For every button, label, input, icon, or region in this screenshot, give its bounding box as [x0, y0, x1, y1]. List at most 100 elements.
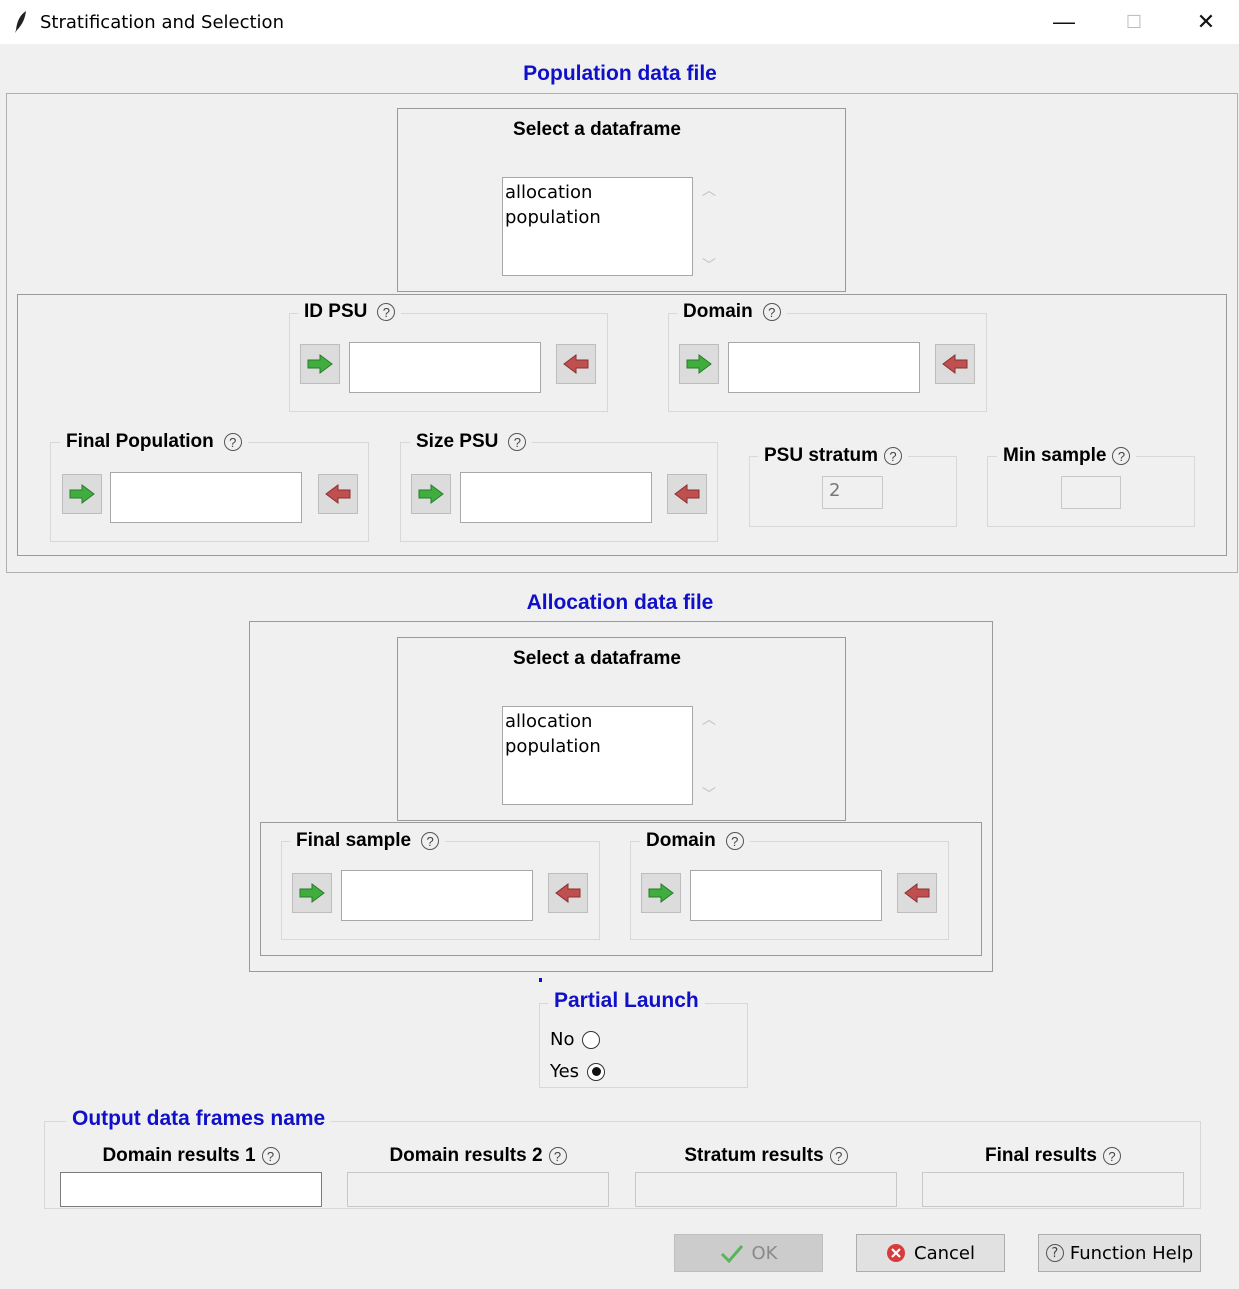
- list-item[interactable]: population: [505, 734, 690, 759]
- stratum-results-field[interactable]: [635, 1172, 897, 1207]
- remove-population-domain-button[interactable]: [935, 344, 975, 384]
- final-population-field[interactable]: [110, 472, 302, 523]
- id-psu-field[interactable]: [349, 342, 541, 393]
- help-icon[interactable]: ?: [829, 1147, 848, 1165]
- function-help-button[interactable]: ? Function Help: [1038, 1234, 1201, 1272]
- cancel-button-label: Cancel: [914, 1242, 975, 1264]
- function-help-button-label: Function Help: [1069, 1242, 1194, 1264]
- remove-size-psu-button[interactable]: [667, 474, 707, 514]
- separator-dot: [539, 978, 542, 982]
- allocation-domain-field[interactable]: [690, 870, 882, 921]
- add-population-domain-button[interactable]: [679, 344, 719, 384]
- no-radio[interactable]: [582, 1030, 601, 1049]
- right-arrow-icon: [686, 354, 712, 374]
- left-arrow-icon: [942, 354, 968, 374]
- yes-radio[interactable]: [587, 1062, 606, 1081]
- remove-id-psu-button[interactable]: [556, 344, 596, 384]
- final-results-label: Final results ?: [922, 1145, 1184, 1167]
- allocation-domain-label: Domain ?: [640, 830, 750, 852]
- list-item[interactable]: allocation: [505, 180, 690, 205]
- minimize-button[interactable]: —: [1044, 8, 1084, 36]
- help-icon[interactable]: ?: [508, 433, 527, 451]
- right-arrow-icon: [418, 484, 444, 504]
- help-icon[interactable]: ?: [884, 447, 903, 465]
- partial-launch-yes-option[interactable]: Yes: [550, 1061, 606, 1082]
- add-allocation-domain-button[interactable]: [641, 873, 681, 913]
- scroll-up-icon[interactable]: ︿: [702, 709, 716, 729]
- help-icon: ?: [1045, 1244, 1064, 1262]
- allocation-domain-label-text: Domain: [646, 830, 716, 851]
- left-arrow-icon: [674, 484, 700, 504]
- psu-stratum-label: PSU stratum ?: [758, 445, 909, 467]
- partial-launch-no-option[interactable]: No: [550, 1029, 601, 1050]
- maximize-button[interactable]: ☐: [1114, 8, 1154, 36]
- help-icon[interactable]: ?: [762, 303, 781, 321]
- population-domain-label-text: Domain: [683, 301, 753, 322]
- id-psu-label: ID PSU ?: [298, 301, 402, 323]
- psu-stratum-field[interactable]: 2: [822, 476, 883, 509]
- partial-launch-title: Partial Launch: [548, 989, 705, 1013]
- remove-final-sample-button[interactable]: [548, 873, 588, 913]
- help-icon[interactable]: ?: [1112, 447, 1131, 465]
- help-icon[interactable]: ?: [548, 1147, 567, 1165]
- ok-button[interactable]: OK: [674, 1234, 823, 1272]
- scroll-down-icon[interactable]: ﹀: [702, 255, 716, 275]
- size-psu-label: Size PSU ?: [410, 431, 533, 453]
- cancel-icon: [887, 1244, 905, 1262]
- population-section-title: Population data file: [523, 62, 717, 85]
- psu-stratum-label-text: PSU stratum: [764, 445, 879, 466]
- help-icon[interactable]: ?: [725, 832, 744, 850]
- domain-results-1-label: Domain results 1 ?: [60, 1145, 322, 1167]
- min-sample-label: Min sample ?: [997, 445, 1137, 467]
- scroll-up-icon[interactable]: ︿: [702, 180, 716, 200]
- allocation-section-title: Allocation data file: [526, 591, 714, 614]
- window-title: Stratification and Selection: [40, 12, 284, 33]
- help-icon[interactable]: ?: [1102, 1147, 1121, 1165]
- help-icon[interactable]: ?: [421, 832, 440, 850]
- output-section-title: Output data frames name: [66, 1107, 332, 1131]
- add-final-sample-button[interactable]: [292, 873, 332, 913]
- add-size-psu-button[interactable]: [411, 474, 451, 514]
- domain-results-1-field[interactable]: [60, 1172, 322, 1207]
- min-sample-field[interactable]: [1061, 476, 1121, 509]
- partial-launch-no-label: No: [550, 1029, 575, 1050]
- min-sample-label-text: Min sample: [1003, 445, 1107, 466]
- population-dataframe-list[interactable]: allocation population: [502, 177, 693, 276]
- domain-results-2-label-text: Domain results 2: [389, 1145, 543, 1166]
- list-item[interactable]: population: [505, 205, 690, 230]
- final-results-field[interactable]: [922, 1172, 1184, 1207]
- list-item[interactable]: allocation: [505, 709, 690, 734]
- feather-icon: [15, 11, 26, 33]
- ok-button-label: OK: [751, 1242, 778, 1264]
- population-domain-label: Domain ?: [677, 301, 787, 323]
- allocation-dataframe-list[interactable]: allocation population: [502, 706, 693, 805]
- help-icon[interactable]: ?: [377, 303, 396, 321]
- close-button[interactable]: ✕: [1186, 8, 1226, 36]
- domain-results-2-field[interactable]: [347, 1172, 609, 1207]
- add-id-psu-button[interactable]: [300, 344, 340, 384]
- help-icon[interactable]: ?: [223, 433, 242, 451]
- stratum-results-label: Stratum results ?: [635, 1145, 897, 1167]
- final-sample-field[interactable]: [341, 870, 533, 921]
- left-arrow-icon: [555, 883, 581, 903]
- add-final-population-button[interactable]: [62, 474, 102, 514]
- remove-allocation-domain-button[interactable]: [897, 873, 937, 913]
- final-sample-label: Final sample ?: [290, 830, 446, 852]
- cancel-button[interactable]: Cancel: [856, 1234, 1005, 1272]
- partial-launch-yes-label: Yes: [550, 1061, 580, 1082]
- allocation-select-label: Select a dataframe: [513, 648, 681, 669]
- id-psu-label-text: ID PSU: [304, 301, 368, 322]
- left-arrow-icon: [563, 354, 589, 374]
- domain-results-1-label-text: Domain results 1: [102, 1145, 256, 1166]
- remove-final-population-button[interactable]: [318, 474, 358, 514]
- stratum-results-label-text: Stratum results: [684, 1145, 824, 1166]
- right-arrow-icon: [648, 883, 674, 903]
- scroll-down-icon[interactable]: ﹀: [702, 784, 716, 804]
- population-select-label: Select a dataframe: [513, 119, 681, 140]
- population-domain-field[interactable]: [728, 342, 920, 393]
- final-population-label-text: Final Population: [66, 431, 214, 452]
- left-arrow-icon: [325, 484, 351, 504]
- help-icon[interactable]: ?: [261, 1147, 280, 1165]
- size-psu-field[interactable]: [460, 472, 652, 523]
- checkmark-icon: [720, 1245, 743, 1263]
